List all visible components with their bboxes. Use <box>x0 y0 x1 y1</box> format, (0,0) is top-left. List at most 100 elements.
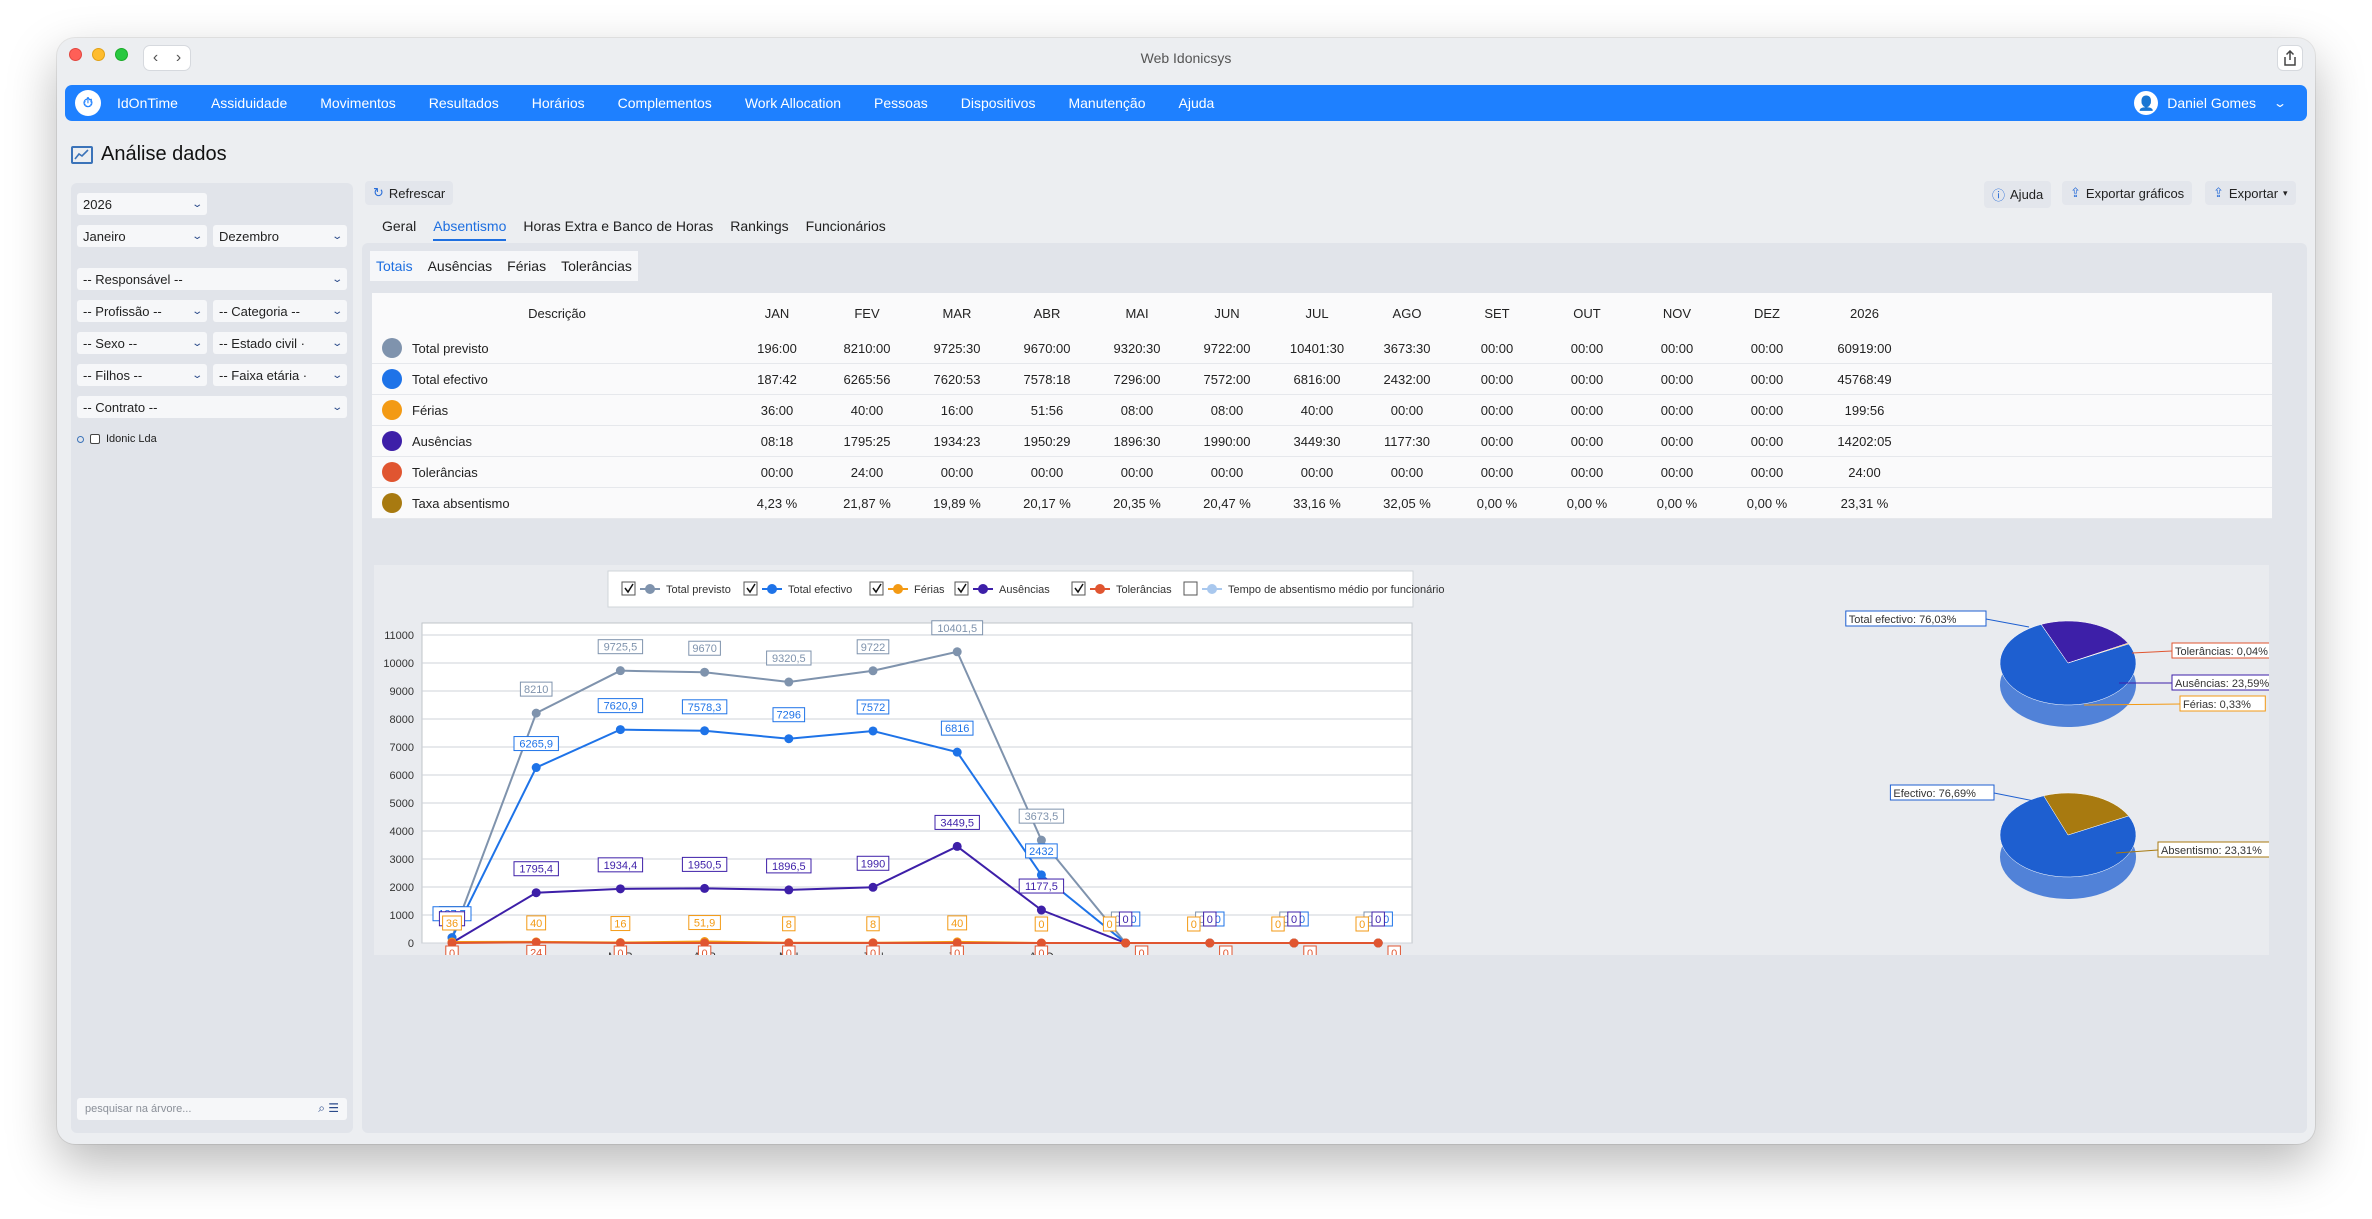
faixa-etaria-select[interactable]: -- Faixa etária · ⌄ <box>213 364 347 386</box>
data-label: 0 <box>617 948 623 955</box>
pie-label: Tolerâncias: 0,04% <box>2175 646 2268 658</box>
pie-leader-line <box>2131 650 2173 654</box>
legend-checkbox <box>1183 581 1198 596</box>
row-label-cell: Taxa absentismo <box>372 493 732 513</box>
column-header: DEZ <box>1754 305 1780 321</box>
table-cell: 08:00 <box>1120 402 1154 418</box>
table-cell: 9725:30 <box>933 340 981 356</box>
tab-absentismo[interactable]: Absentismo <box>433 218 507 241</box>
table-cell: 00:00 <box>1480 433 1514 449</box>
legend-checkbox <box>743 581 758 596</box>
menu-item-movimentos[interactable]: Movimentos <box>320 95 395 111</box>
search-icon[interactable]: ⌕ ☰ <box>318 1101 339 1116</box>
menu-item-pessoas[interactable]: Pessoas <box>874 95 928 111</box>
table-cell: 0,00 % <box>1656 495 1698 511</box>
export-button[interactable]: ⇪ Exportar ▾ <box>2205 181 2296 205</box>
data-point <box>1036 905 1046 915</box>
table-cell: 00:00 <box>1750 371 1784 387</box>
table-cell: 00:00 <box>1750 464 1784 480</box>
table-cell: 4,23 % <box>756 495 798 511</box>
filhos-value: -- Filhos -- <box>83 367 143 383</box>
menu-item-dispositivos[interactable]: Dispositivos <box>961 95 1036 111</box>
app-logo-icon[interactable]: ⏱ <box>75 90 101 116</box>
data-label: 24 <box>530 947 542 955</box>
table-cell: 00:00 <box>1570 464 1604 480</box>
data-point <box>952 841 962 851</box>
responsavel-select[interactable]: -- Responsável -- ⌄ <box>77 268 347 290</box>
subtab-ausencias[interactable]: Ausências <box>428 258 493 274</box>
tab-geral[interactable]: Geral <box>382 218 416 241</box>
data-label: 8 <box>870 919 876 931</box>
series-color-swatch <box>382 369 402 389</box>
pie-label: Férias: 0,33% <box>2183 699 2251 711</box>
tree-search-input[interactable]: pesquisar na árvore... ⌕ ☰ <box>77 1098 347 1120</box>
data-label: 0 <box>1391 948 1397 955</box>
help-button[interactable]: ⓘ Ajuda <box>1984 181 2052 208</box>
org-tree-item[interactable]: Idonic Lda <box>77 433 157 445</box>
user-avatar-icon: 👤 <box>2134 91 2159 115</box>
tab-horas-extra[interactable]: Horas Extra e Banco de Horas <box>523 218 713 241</box>
tab-funcionarios[interactable]: Funcionários <box>806 218 886 241</box>
profissao-select[interactable]: -- Profissão -- ⌄ <box>77 300 207 322</box>
table-cell: 7620:53 <box>933 371 981 387</box>
data-label: 1950,5 <box>688 859 722 871</box>
data-point <box>868 726 878 736</box>
month-from-value: Janeiro <box>83 228 126 244</box>
table-cell: 7572:00 <box>1203 371 1251 387</box>
legend-marker-icon <box>767 584 777 594</box>
table-row: Tolerâncias 00:00 24:00 00:00 00:00 00:00 00:0… <box>372 457 2272 488</box>
estado-civil-value: -- Estado civil · <box>219 335 305 351</box>
month-from-select[interactable]: Janeiro ⌄ <box>77 225 207 247</box>
menu-item-idontime[interactable]: IdOnTime <box>117 95 178 111</box>
table-cell: 00:00 <box>1390 402 1424 418</box>
month-to-select[interactable]: Dezembro ⌄ <box>213 225 347 247</box>
series-line <box>451 941 1379 944</box>
filhos-select[interactable]: -- Filhos -- ⌄ <box>77 364 207 386</box>
data-label: 0 <box>1307 948 1313 955</box>
data-label: 9722 <box>861 642 885 654</box>
data-point <box>1373 938 1383 948</box>
estado-civil-select[interactable]: -- Estado civil · ⌄ <box>213 332 347 354</box>
table-cell: 19,89 % <box>933 495 981 511</box>
data-label: 1934,4 <box>604 860 638 872</box>
contrato-select[interactable]: -- Contrato -- ⌄ <box>77 396 347 418</box>
table-cell: 00:00 <box>1210 464 1244 480</box>
table-cell: 21,87 % <box>843 495 891 511</box>
faixa-etaria-value: -- Faixa etária · <box>219 367 308 383</box>
tree-expand-icon[interactable] <box>77 435 84 443</box>
menu-item-resultados[interactable]: Resultados <box>429 95 499 111</box>
share-button[interactable] <box>2277 45 2303 71</box>
user-menu[interactable]: 👤 Daniel Gomes ⌄ <box>2134 91 2287 115</box>
analysis-tabs: Geral Absentismo Horas Extra e Banco de … <box>382 218 886 241</box>
menu-item-complementos[interactable]: Complementos <box>618 95 712 111</box>
tree-checkbox[interactable] <box>90 434 100 444</box>
data-label: 0 <box>1359 919 1365 931</box>
menu-item-manutencao[interactable]: Manutenção <box>1068 95 1145 111</box>
year-select[interactable]: 2026 ⌄ <box>77 193 207 215</box>
chevron-down-icon: ⌄ <box>330 401 343 413</box>
table-cell: 00:00 <box>1300 464 1334 480</box>
subtab-totais[interactable]: Totais <box>376 258 413 274</box>
data-label: 0 <box>1207 914 1213 926</box>
y-tick-label: 11000 <box>384 630 414 642</box>
column-header: FEV <box>854 305 880 321</box>
responsavel-value: -- Responsável -- <box>83 271 183 287</box>
sexo-select[interactable]: -- Sexo -- ⌄ <box>77 332 207 354</box>
export-charts-button[interactable]: ⇪ Exportar gráficos <box>2062 181 2193 205</box>
refresh-button[interactable]: ↻ Refrescar <box>365 181 454 205</box>
categoria-select[interactable]: -- Categoria -- ⌄ <box>213 300 347 322</box>
column-header: Descrição <box>528 305 586 321</box>
tab-rankings[interactable]: Rankings <box>730 218 788 241</box>
data-point <box>700 883 710 893</box>
menu-item-work-allocation[interactable]: Work Allocation <box>745 95 841 111</box>
data-point <box>615 884 625 894</box>
window-title: Web Idonicsys <box>1140 50 1232 66</box>
table-cell: 1795:25 <box>843 433 891 449</box>
legend-marker-icon <box>1095 584 1105 594</box>
subtab-ferias[interactable]: Férias <box>507 258 546 274</box>
menu-item-horarios[interactable]: Horários <box>532 95 585 111</box>
menu-item-assiduidade[interactable]: Assiduidade <box>211 95 287 111</box>
menu-item-ajuda[interactable]: Ajuda <box>1179 95 1215 111</box>
data-label: 0 <box>954 948 960 955</box>
subtab-tolerancias[interactable]: Tolerâncias <box>561 258 632 274</box>
